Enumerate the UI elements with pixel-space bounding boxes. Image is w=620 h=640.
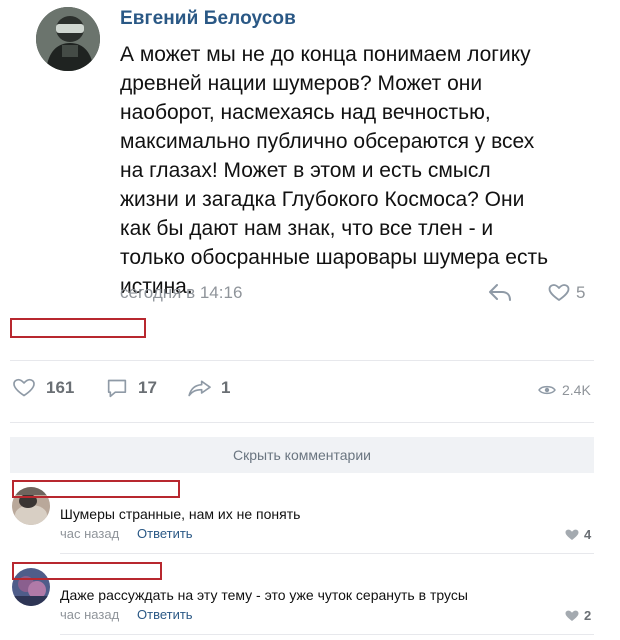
reply-link[interactable]: Ответить xyxy=(137,526,193,541)
share-count: 1 xyxy=(221,378,231,397)
comment-time[interactable]: час назад xyxy=(60,526,119,541)
reply-link[interactable]: Ответить xyxy=(137,607,193,622)
hide-comments-button[interactable]: Скрыть комментарии xyxy=(10,437,594,473)
views-indicator: 2.4K xyxy=(538,382,591,398)
heart-outline-icon xyxy=(13,378,35,397)
comment-like[interactable]: 4 xyxy=(565,527,591,542)
redaction-box xyxy=(12,480,180,498)
comment-bubble-icon xyxy=(107,379,127,398)
comment-text: А может мы не до конца понимаем логику д… xyxy=(120,43,549,298)
heart-icon xyxy=(565,529,579,540)
heart-icon[interactable] xyxy=(548,284,570,302)
eye-icon xyxy=(538,385,556,395)
comment-time[interactable]: час назад xyxy=(60,607,119,622)
avatar-image xyxy=(36,7,100,71)
comment-action[interactable]: 17 xyxy=(104,378,157,398)
comment-count: 17 xyxy=(138,378,157,397)
divider xyxy=(10,422,594,423)
comment-like[interactable]: 2 xyxy=(565,608,591,623)
share-arrow-icon xyxy=(188,380,211,397)
heart-icon xyxy=(565,610,579,621)
views-count: 2.4K xyxy=(562,382,591,398)
divider xyxy=(60,634,594,635)
author-name[interactable]: Евгений Белоусов xyxy=(120,8,296,30)
comment-like-count: 4 xyxy=(584,527,592,542)
redaction-box xyxy=(10,318,146,338)
author-avatar[interactable] xyxy=(36,7,100,71)
reply-arrow-icon[interactable] xyxy=(487,282,513,302)
comment-like-count: 5 xyxy=(576,283,586,302)
like-count: 161 xyxy=(46,378,75,397)
comment-timestamp[interactable]: сегодня в 14:16 xyxy=(120,283,242,303)
comment-text: Даже рассуждать на эту тему - это уже чу… xyxy=(60,587,468,603)
divider xyxy=(10,360,594,361)
redaction-box xyxy=(12,562,162,580)
share-action[interactable]: 1 xyxy=(185,378,230,398)
comment-like-count: 2 xyxy=(584,608,592,623)
comment-text: Шумеры странные, нам их не понять xyxy=(60,506,301,522)
like-action[interactable]: 161 xyxy=(10,378,74,398)
divider xyxy=(60,553,594,554)
